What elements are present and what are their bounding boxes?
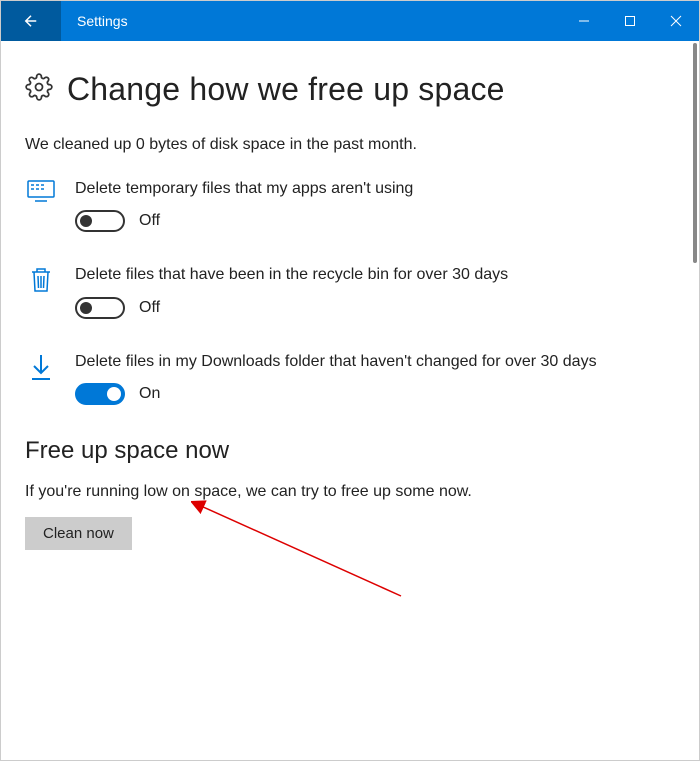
- toggle-downloads[interactable]: [75, 383, 125, 405]
- gear-icon: [25, 73, 53, 106]
- status-text: We cleaned up 0 bytes of disk space in t…: [25, 136, 675, 154]
- option-temp-files: Delete temporary files that my apps aren…: [25, 178, 675, 232]
- back-arrow-icon: [22, 12, 40, 30]
- option-label: Delete files that have been in the recyc…: [75, 264, 675, 286]
- page-title: Change how we free up space: [67, 71, 505, 108]
- close-button[interactable]: [653, 1, 699, 41]
- maximize-icon: [624, 15, 636, 27]
- minimize-icon: [578, 15, 590, 27]
- option-label: Delete files in my Downloads folder that…: [75, 351, 675, 373]
- section-description: If you're running low on space, we can t…: [25, 483, 675, 501]
- section-heading: Free up space now: [25, 437, 675, 465]
- toggle-state-text: Off: [139, 212, 160, 230]
- toggle-state-text: Off: [139, 299, 160, 317]
- toggle-recycle-bin[interactable]: [75, 297, 125, 319]
- monitor-icon: [25, 178, 57, 232]
- minimize-button[interactable]: [561, 1, 607, 41]
- content-area: Change how we free up space We cleaned u…: [1, 41, 699, 762]
- toggle-state-text: On: [139, 385, 160, 403]
- close-icon: [670, 15, 682, 27]
- toggle-temp-files[interactable]: [75, 210, 125, 232]
- maximize-button[interactable]: [607, 1, 653, 41]
- clean-now-button[interactable]: Clean now: [25, 517, 132, 550]
- download-icon: [25, 351, 57, 405]
- trash-icon: [25, 264, 57, 318]
- scrollbar-thumb[interactable]: [693, 43, 697, 263]
- caption-buttons: [561, 1, 699, 41]
- annotation-arrow: [191, 496, 411, 606]
- back-button[interactable]: [1, 1, 61, 41]
- option-label: Delete temporary files that my apps aren…: [75, 178, 675, 200]
- titlebar: Settings: [1, 1, 699, 41]
- option-recycle-bin: Delete files that have been in the recyc…: [25, 264, 675, 318]
- page-header: Change how we free up space: [25, 71, 675, 108]
- option-downloads: Delete files in my Downloads folder that…: [25, 351, 675, 405]
- window-title: Settings: [61, 13, 561, 29]
